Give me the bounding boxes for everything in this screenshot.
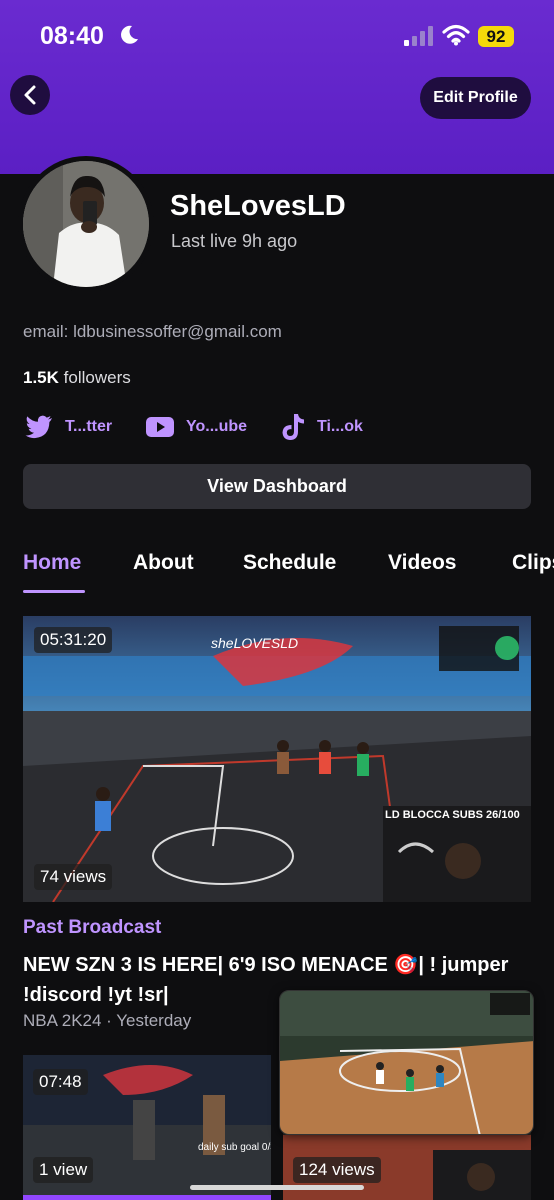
social-link-youtube[interactable]: Yo...ube bbox=[146, 413, 247, 441]
avatar[interactable] bbox=[18, 156, 154, 292]
twitter-label: T...tter bbox=[65, 418, 113, 435]
email-text: email: ldbusinessoffer@gmail.com bbox=[23, 322, 282, 341]
social-link-tiktok[interactable]: Ti...ok bbox=[281, 413, 363, 441]
moon-icon bbox=[121, 25, 138, 44]
followers-count: 1.5K followers bbox=[23, 368, 131, 388]
video-views-badge: 74 views bbox=[34, 864, 113, 890]
chevron-left-icon bbox=[24, 85, 36, 105]
active-tab-indicator bbox=[23, 590, 85, 593]
video-duration-badge: 07:48 bbox=[33, 1069, 88, 1095]
tiktok-label: Ti...ok bbox=[317, 418, 363, 435]
tab-videos[interactable]: Videos bbox=[388, 551, 456, 575]
social-link-twitter[interactable]: T...tter bbox=[25, 413, 112, 441]
tab-schedule[interactable]: Schedule bbox=[243, 551, 336, 575]
tiktok-icon bbox=[282, 414, 304, 440]
cellular-signal-icon bbox=[404, 26, 433, 46]
youtube-icon bbox=[146, 417, 174, 437]
game-scene-image: sheLOVESLD bbox=[23, 616, 531, 902]
status-time: 08:40 bbox=[40, 22, 104, 50]
channel-tabs: Home About Schedule Videos Clips bbox=[0, 548, 554, 594]
edit-profile-button[interactable]: Edit Profile bbox=[420, 77, 531, 119]
stream-overlay-text: LD BLOCCA SUBS 26/100 bbox=[385, 809, 520, 821]
tab-about[interactable]: About bbox=[133, 551, 194, 575]
pip-video-image bbox=[280, 991, 533, 1134]
avatar-photo bbox=[23, 161, 149, 287]
youtube-label: Yo...ube bbox=[186, 418, 248, 435]
video-meta: NBA 2K24 · Yesterday bbox=[23, 1011, 192, 1030]
profile-header: 08:40 92 Edit Profile bbox=[0, 0, 554, 174]
last-live-status: Last live 9h ago bbox=[171, 231, 298, 251]
home-indicator bbox=[190, 1185, 364, 1190]
back-button[interactable] bbox=[10, 75, 50, 115]
past-broadcast-label: Past Broadcast bbox=[23, 917, 162, 938]
status-bar: 08:40 92 bbox=[0, 0, 554, 70]
wifi-icon bbox=[442, 24, 470, 46]
battery-indicator: 92 bbox=[478, 26, 514, 47]
video-duration-badge: 05:31:20 bbox=[34, 627, 113, 653]
twitter-icon bbox=[25, 415, 52, 439]
channel-name: SheLovesLD bbox=[170, 190, 346, 222]
tab-clips[interactable]: Clips bbox=[512, 551, 554, 575]
thumbnail-overlay-text: daily sub goal 0/3 bbox=[198, 1142, 271, 1153]
video-views-badge: 124 views bbox=[293, 1157, 381, 1183]
followers-number: 1.5K bbox=[23, 368, 59, 387]
video-views-badge: 1 view bbox=[33, 1157, 94, 1183]
picture-in-picture-player[interactable] bbox=[279, 990, 534, 1135]
video-thumbnail[interactable]: daily sub goal 0/3 07:48 1 view bbox=[23, 1055, 271, 1200]
logo-overlay-text: sheLOVESLD bbox=[211, 635, 298, 651]
view-dashboard-button[interactable]: View Dashboard bbox=[23, 464, 531, 509]
featured-video-thumbnail[interactable]: sheLOVESLD 05:31:20 LD BLOCCA SUBS 26/10… bbox=[23, 616, 531, 902]
followers-label: followers bbox=[58, 368, 131, 387]
tab-home[interactable]: Home bbox=[23, 551, 81, 575]
